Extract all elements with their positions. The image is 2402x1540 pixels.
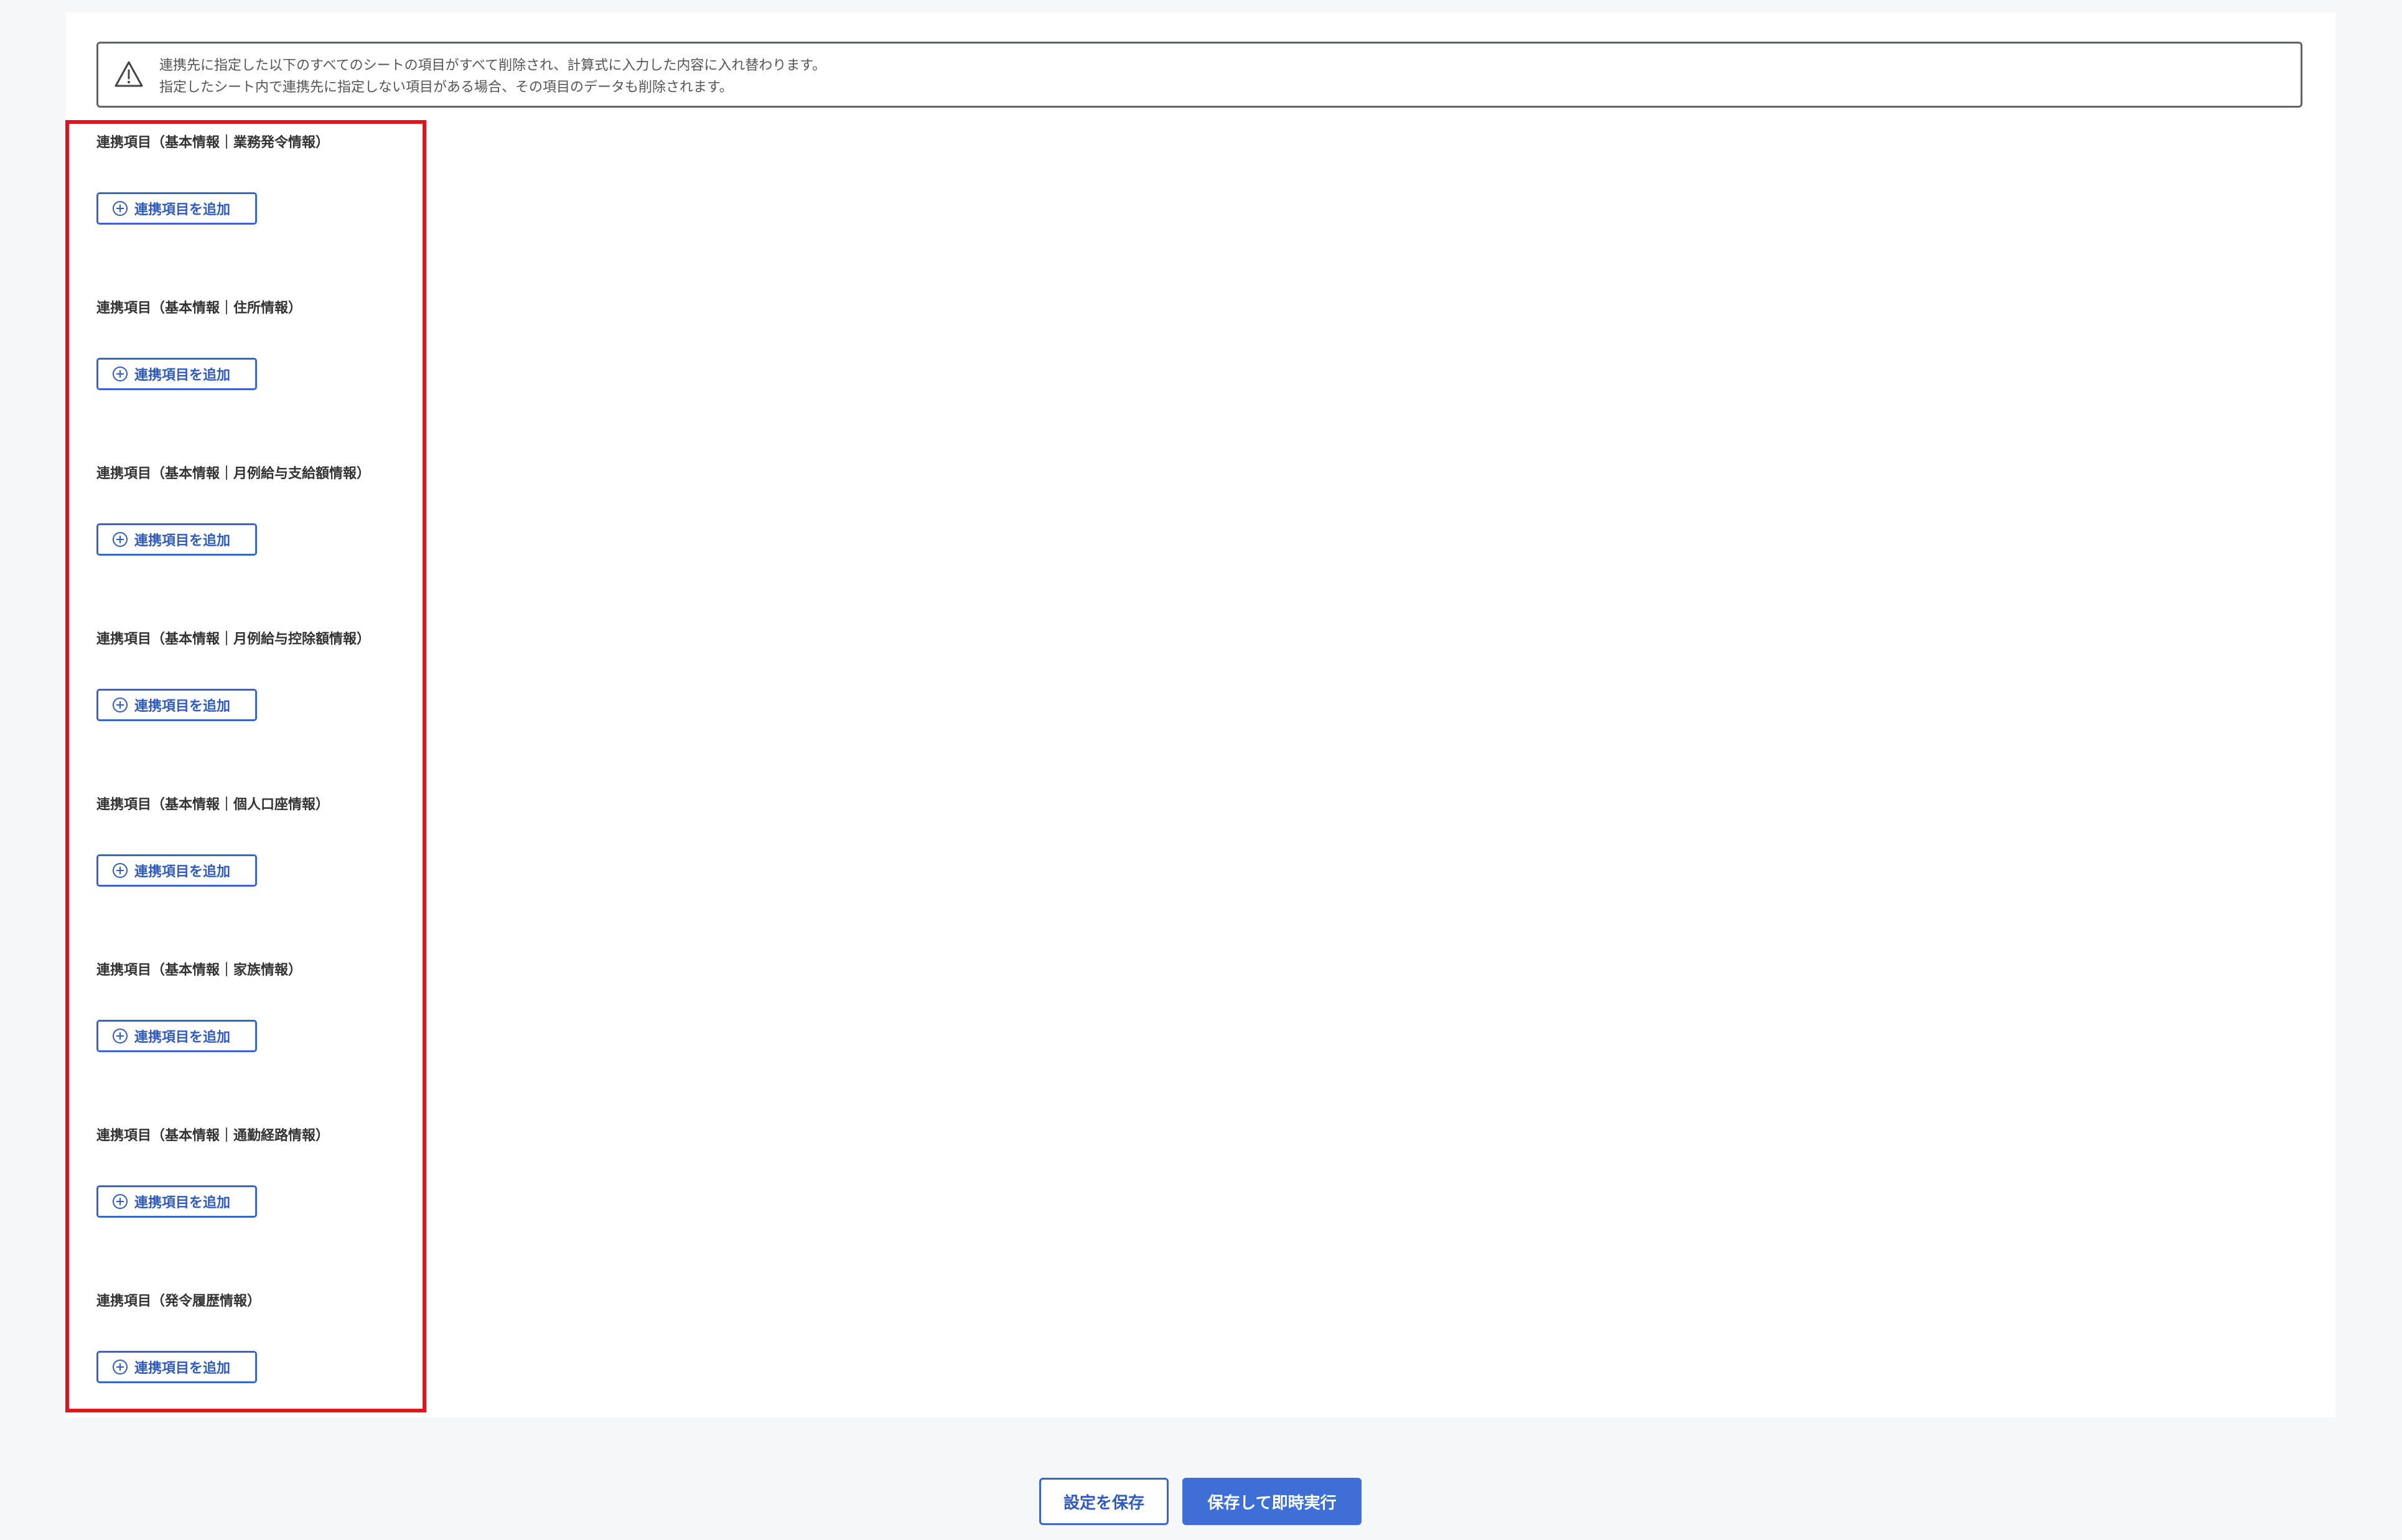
section-title: 連携項目（基本情報｜通勤経路情報） bbox=[96, 1128, 330, 1144]
section-title: 連携項目（基本情報｜月例給与支給額情報） bbox=[96, 466, 371, 482]
add-item-label: 連携項目を追加 bbox=[134, 1030, 231, 1045]
plus-circle-icon bbox=[113, 1029, 128, 1043]
add-item-button-monthly-payment[interactable]: 連携項目を追加 bbox=[96, 523, 257, 556]
add-item-button-business-assignment[interactable]: 連携項目を追加 bbox=[96, 192, 257, 225]
plus-circle-icon bbox=[113, 532, 128, 547]
section-title: 連携項目（基本情報｜家族情報） bbox=[96, 963, 302, 978]
add-item-label: 連携項目を追加 bbox=[134, 1195, 231, 1211]
save-settings-button[interactable]: 設定を保存 bbox=[1039, 1478, 1169, 1525]
plus-circle-icon bbox=[113, 863, 128, 878]
plus-circle-icon bbox=[113, 201, 128, 216]
add-item-label: 連携項目を追加 bbox=[134, 368, 231, 383]
add-item-button-commute-route[interactable]: 連携項目を追加 bbox=[96, 1185, 257, 1218]
add-item-label: 連携項目を追加 bbox=[134, 699, 231, 714]
add-item-label: 連携項目を追加 bbox=[134, 864, 231, 880]
section-title: 連携項目（発令履歴情報） bbox=[96, 1294, 261, 1309]
warning-line-2: 指定したシート内で連携先に指定しない項目がある場合、その項目のデータも削除されま… bbox=[159, 80, 733, 95]
add-item-label: 連携項目を追加 bbox=[134, 1361, 231, 1376]
warning-line-1: 連携先に指定した以下のすべてのシートの項目がすべて削除され、計算式に入力した内容… bbox=[159, 58, 826, 73]
add-item-button-address[interactable]: 連携項目を追加 bbox=[96, 358, 257, 390]
section-title: 連携項目（基本情報｜業務発令情報） bbox=[96, 135, 330, 151]
add-item-button-assignment-history[interactable]: 連携項目を追加 bbox=[96, 1351, 257, 1383]
add-item-label: 連携項目を追加 bbox=[134, 533, 231, 549]
section-title: 連携項目（基本情報｜月例給与控除額情報） bbox=[96, 632, 371, 647]
add-item-label: 連携項目を追加 bbox=[134, 202, 231, 218]
section-title: 連携項目（基本情報｜住所情報） bbox=[96, 301, 302, 316]
plus-circle-icon bbox=[113, 366, 128, 381]
plus-circle-icon bbox=[113, 1360, 128, 1374]
save-and-execute-button[interactable]: 保存して即時実行 bbox=[1182, 1478, 1362, 1525]
warning-notice: 連携先に指定した以下のすべてのシートの項目がすべて削除され、計算式に入力した内容… bbox=[96, 42, 2302, 108]
add-item-button-family[interactable]: 連携項目を追加 bbox=[96, 1020, 257, 1052]
plus-circle-icon bbox=[113, 698, 128, 712]
add-item-button-monthly-deduction[interactable]: 連携項目を追加 bbox=[96, 689, 257, 721]
add-item-button-bank-account[interactable]: 連携項目を追加 bbox=[96, 854, 257, 887]
warning-text: 連携先に指定した以下のすべてのシートの項目がすべて削除され、計算式に入力した内容… bbox=[159, 55, 826, 98]
section-title: 連携項目（基本情報｜個人口座情報） bbox=[96, 797, 330, 813]
warning-triangle-icon bbox=[114, 61, 143, 87]
plus-circle-icon bbox=[113, 1194, 128, 1209]
